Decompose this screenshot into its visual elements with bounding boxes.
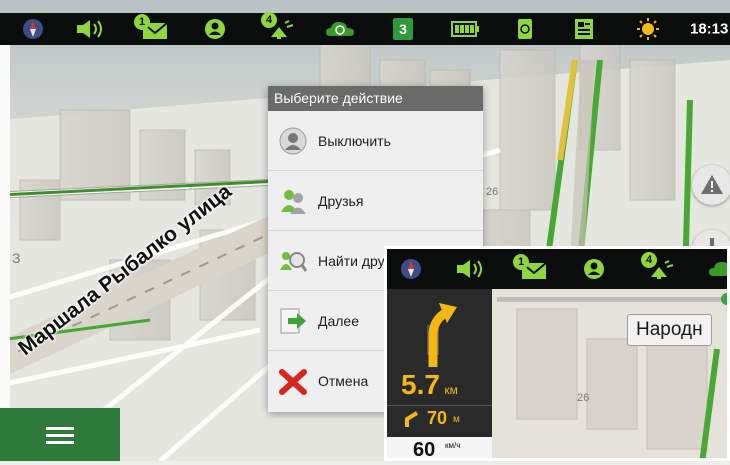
friends-icon[interactable] xyxy=(583,258,605,280)
speed-readout: 60 км/ч xyxy=(387,437,492,461)
main-menu-button[interactable] xyxy=(0,408,120,461)
volume-icon[interactable] xyxy=(455,258,485,280)
info-icon[interactable] xyxy=(574,18,594,40)
clock: 18:13 xyxy=(690,20,729,38)
sync-icon[interactable] xyxy=(707,258,727,280)
menu-item-power-off[interactable]: Выключить xyxy=(268,111,483,171)
menu-item-friends[interactable]: Друзья xyxy=(268,171,483,231)
daynight-icon[interactable] xyxy=(636,17,660,41)
warning-icon xyxy=(701,175,723,194)
cancel-icon xyxy=(279,368,307,395)
speed-value: 60 xyxy=(413,439,436,461)
satellites-badge: 4 xyxy=(641,252,657,268)
satellite-icon[interactable]: 4 xyxy=(261,12,295,41)
sync-icon[interactable] xyxy=(324,18,356,40)
turn-arrow-icon xyxy=(427,303,457,367)
warning-button[interactable] xyxy=(692,165,730,205)
menu-item-label: Отмена xyxy=(318,372,369,389)
battery-icon xyxy=(451,21,481,37)
menu-item-label: Друзья xyxy=(318,192,364,209)
power-icon xyxy=(279,127,307,154)
compass-icon[interactable] xyxy=(22,18,44,40)
distance-value: 5.7 xyxy=(401,369,440,400)
block-number: 26 xyxy=(486,186,499,198)
message-icon[interactable]: 1 xyxy=(134,14,170,41)
left-panel-edge xyxy=(0,40,10,461)
refresh-icon[interactable] xyxy=(516,17,534,41)
next-turn-unit: м xyxy=(453,414,460,425)
menu-item-label: Выключить xyxy=(318,132,391,149)
speed-cam-count-icon[interactable]: 3 xyxy=(393,18,413,40)
message-icon[interactable]: 1 xyxy=(513,254,549,281)
volume-icon[interactable] xyxy=(75,18,105,40)
route-progress-marker xyxy=(721,293,727,305)
messages-badge: 1 xyxy=(134,14,150,30)
satellite-icon[interactable]: 4 xyxy=(641,252,675,281)
satellites-badge: 4 xyxy=(261,12,277,28)
menu-title: Выберите действие xyxy=(268,86,483,111)
turn-small-icon xyxy=(405,411,419,427)
menu-item-label: Далее xyxy=(318,312,360,329)
next-turn-readout: 70 м xyxy=(387,405,492,432)
messages-badge: 1 xyxy=(513,254,529,270)
next-turn-value: 70 xyxy=(427,408,448,428)
inset-status-bar: 1 4 xyxy=(387,249,727,289)
compass-icon[interactable] xyxy=(400,258,422,280)
hamburger-menu-icon xyxy=(46,427,74,444)
friends-icon[interactable] xyxy=(204,18,226,40)
block-number: 26 xyxy=(577,392,590,404)
distance-unit: км xyxy=(444,383,458,397)
status-bar: 1 4 3 18:13 xyxy=(0,12,730,45)
nav-panel: 5.7 км 70 м 60 км/ч xyxy=(387,289,492,461)
distance-readout: 5.7 км xyxy=(401,369,458,401)
inset-screenshot: 1 4 5.7 км 70 м 60 км/ч Народн 26 xyxy=(384,246,730,461)
route-progress-bar xyxy=(497,297,727,302)
counter-value: 3 xyxy=(393,18,413,40)
speed-unit: км/ч xyxy=(445,441,461,450)
friends-icon xyxy=(281,189,306,214)
next-arrow-icon xyxy=(280,308,306,333)
street-sign: Народн xyxy=(627,314,712,346)
find-friend-icon xyxy=(280,251,308,272)
partial-label: З xyxy=(12,250,21,266)
